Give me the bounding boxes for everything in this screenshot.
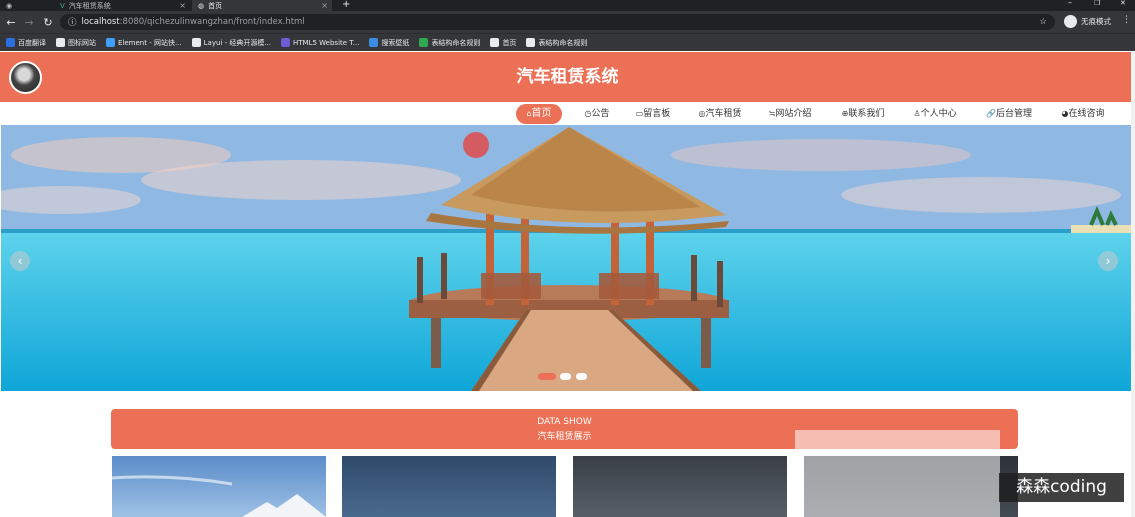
nav-label: 个人中心 <box>920 109 957 119</box>
bookmark-icon <box>490 38 500 47</box>
globe-icon: ◍ <box>198 1 205 10</box>
bookmark-item[interactable]: 表结构命名规则 <box>419 38 480 48</box>
minimize-button[interactable]: – <box>1068 0 1072 7</box>
overlay-fade <box>795 430 1000 517</box>
url-input[interactable]: ⓘ localhost :8080/qichezulinwangzhan/fro… <box>60 14 1055 30</box>
browser-tab-bar: ◉ V 汽车租赁系统 × ◍ 首页 × + – ❐ ✕ <box>0 0 1135 11</box>
address-bar: ← → ↻ ⓘ localhost :8080/qichezulinwangzh… <box>0 11 1135 33</box>
carousel-dot-1[interactable] <box>538 373 556 380</box>
bookmark-icon <box>191 38 201 47</box>
nav-item-8[interactable]: 🔗后台管理 <box>983 104 1035 124</box>
bookmark-item[interactable]: 图标网站 <box>56 38 96 48</box>
nav-item-2[interactable]: ◷公告 <box>580 104 614 124</box>
bookmark-icon <box>6 38 15 47</box>
nav-label: 汽车租赁 <box>705 109 742 119</box>
bookmark-item[interactable]: Element - 网站快... <box>106 38 182 48</box>
more-menu-icon[interactable]: ⋮ <box>1122 15 1131 25</box>
carousel-prev-button[interactable]: ‹ <box>10 251 30 271</box>
bookmark-label: 表结构命名规则 <box>431 38 481 47</box>
bookmark-item[interactable]: 百度翻译 <box>6 38 46 48</box>
bookmark-item[interactable]: 搜索壁纸 <box>369 38 409 48</box>
nav-item-3[interactable]: ▭留言板 <box>632 104 674 124</box>
forward-icon[interactable]: → <box>22 11 36 33</box>
tab-title: 首页 <box>208 1 223 10</box>
bookmarks-bar: 百度翻译 图标网站 Element - 网站快... Layui - 经典开源模...… <box>0 33 1135 51</box>
carousel-dot-2[interactable] <box>560 373 571 380</box>
nav-label: 在线咨询 <box>1068 109 1105 119</box>
bookmark-label: 表结构命名规则 <box>538 38 588 47</box>
carousel-dot-3[interactable] <box>576 373 587 380</box>
nav-item-7[interactable]: ♙个人中心 <box>910 104 960 124</box>
incognito-indicator[interactable]: 无痕模式 <box>1064 15 1111 28</box>
browser-menu-icon[interactable]: ◉ <box>0 0 28 11</box>
bookmark-label: 搜索壁纸 <box>381 38 410 47</box>
reload-icon[interactable]: ↻ <box>41 11 55 33</box>
bookmark-label: HTML5 Website T... <box>293 38 360 47</box>
bookmark-icon <box>419 38 429 47</box>
site-title: 汽车租赁系统 <box>516 67 619 87</box>
section-title-en: DATA SHOW <box>537 417 592 427</box>
nav-label: 后台管理 <box>995 109 1032 119</box>
car-card-3[interactable] <box>573 456 787 517</box>
url-path: :8080/qichezulinwangzhan/front/index.htm… <box>119 17 305 27</box>
nav-item-4[interactable]: ◎汽车租赁 <box>694 104 746 124</box>
car-card-1[interactable] <box>112 456 326 517</box>
nav-item-1[interactable]: ⌂首页 <box>516 104 562 124</box>
bookmark-label: Layui - 经典开源模... <box>203 38 272 47</box>
carousel-banner[interactable]: ‹ › <box>1 125 1131 391</box>
bookmark-icon <box>56 38 65 47</box>
bookmark-icon <box>526 38 536 47</box>
beach-hut-image <box>1 125 1131 391</box>
tab-title: 汽车租赁系统 <box>68 1 111 10</box>
nav-item-9[interactable]: ◕在线咨询 <box>1056 104 1110 124</box>
bookmark-item[interactable]: 首页 <box>490 38 516 48</box>
bookmark-label: 百度翻译 <box>18 38 46 47</box>
browser-tab-1[interactable]: V 汽车租赁系统 × <box>54 0 190 11</box>
bookmark-item[interactable]: HTML5 Website T... <box>281 38 359 47</box>
nav-label: 留言板 <box>643 109 671 119</box>
close-window-button[interactable]: ✕ <box>1120 0 1126 7</box>
back-icon[interactable]: ← <box>4 11 18 33</box>
user-icon: ♙ <box>913 109 921 118</box>
nav-label: 公告 <box>591 109 610 119</box>
car-image <box>112 475 326 517</box>
bookmark-item[interactable]: Layui - 经典开源模... <box>191 38 272 48</box>
carousel-next-button[interactable]: › <box>1098 251 1118 271</box>
site-header: 汽车租赁系统 <box>0 52 1135 102</box>
nav-item-6[interactable]: ⊕联系我们 <box>837 104 889 124</box>
maximize-button[interactable]: ❐ <box>1094 0 1100 7</box>
link-icon: 🔗 <box>986 109 996 118</box>
bookmark-item[interactable]: 表结构命名规则 <box>526 38 587 48</box>
bookmark-icon <box>106 38 115 47</box>
nav-item-5[interactable]: ≒网站介绍 <box>766 104 814 124</box>
incognito-icon <box>1064 15 1077 28</box>
star-icon[interactable]: ☆ <box>1039 17 1047 27</box>
bookmark-label: Element - 网站快... <box>118 38 182 47</box>
url-host: localhost <box>81 17 120 27</box>
nav-label: 首页 <box>531 108 552 119</box>
nav-label: 联系我们 <box>848 109 885 119</box>
page-scrollbar[interactable] <box>1131 52 1135 517</box>
close-icon[interactable]: × <box>321 1 328 10</box>
car-card-2[interactable] <box>342 456 556 517</box>
bookmark-icon <box>369 38 379 47</box>
bookmark-icon <box>281 38 291 47</box>
nav-label: 网站介绍 <box>775 109 812 119</box>
main-nav: ⌂首页 ◷公告 ▭留言板 ◎汽车租赁 ≒网站介绍 ⊕联系我们 ♙个人中心 🔗后台管理 ◕在线咨询 <box>0 102 1135 125</box>
new-tab-button[interactable]: + <box>342 0 350 10</box>
incognito-label: 无痕模式 <box>1081 17 1111 26</box>
browser-tab-2[interactable]: ◍ 首页 × <box>192 0 332 11</box>
vue-icon: V <box>60 1 65 10</box>
watermark: 森森coding <box>999 473 1124 502</box>
bookmark-label: 图标网站 <box>68 38 96 47</box>
info-icon: ⓘ <box>68 18 77 28</box>
close-icon[interactable]: × <box>179 1 186 10</box>
bookmark-label: 首页 <box>502 38 517 47</box>
